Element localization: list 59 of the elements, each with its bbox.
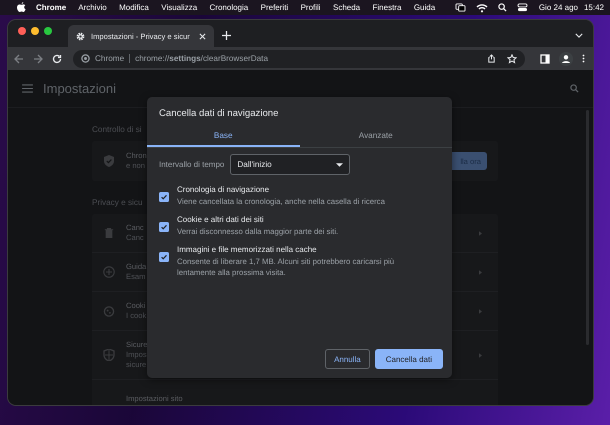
- shield-icon: [102, 349, 116, 361]
- close-window-icon[interactable]: [18, 26, 26, 34]
- cookie-icon: [102, 306, 116, 316]
- menubar-item[interactable]: Cronologia: [210, 3, 248, 12]
- dialog-tab[interactable]: Base: [147, 125, 300, 147]
- option-title: Immagini e file memorizzati nella cache: [177, 245, 318, 254]
- dialog-tab[interactable]: Avanzate: [300, 125, 452, 147]
- menubar-item[interactable]: Preferiti: [260, 3, 288, 12]
- checkbox[interactable]: [159, 192, 169, 202]
- back-arrow-icon[interactable]: [14, 54, 24, 64]
- menubar-item[interactable]: Archivio: [78, 3, 107, 12]
- menubar-date[interactable]: Gio 24 ago: [538, 3, 578, 12]
- plus-circle-icon: [102, 266, 116, 278]
- menubar-item[interactable]: Visualizza: [161, 3, 198, 12]
- settings-title: Impostazioni: [43, 81, 116, 96]
- side-panel-icon[interactable]: [540, 54, 550, 64]
- checkbox[interactable]: [159, 252, 169, 262]
- chevron-down-icon[interactable]: [575, 32, 583, 38]
- time-range-label: Intervallo di tempo: [159, 160, 224, 169]
- option-title: Cookie e altri dati dei siti: [177, 215, 265, 224]
- share-icon[interactable]: [487, 54, 496, 63]
- checkbox[interactable]: [159, 222, 169, 232]
- wifi-icon[interactable]: [476, 2, 488, 12]
- dropdown-caret-icon: [336, 162, 344, 166]
- cancel-button[interactable]: Annulla: [325, 349, 370, 369]
- chrome-logo-icon: [81, 54, 90, 63]
- menu-icon[interactable]: [22, 84, 33, 93]
- forward-arrow-icon[interactable]: [33, 54, 43, 64]
- time-range-select[interactable]: Dall'inizio: [230, 154, 350, 175]
- option-title: Cronologia di navigazione: [177, 185, 270, 194]
- settings-icon: [76, 32, 85, 40]
- reload-icon[interactable]: [52, 54, 62, 64]
- menubar-item[interactable]: Finestra: [372, 3, 402, 12]
- section-heading: Privacy e sicu: [92, 198, 143, 207]
- menubar-time[interactable]: 15:42: [584, 3, 604, 12]
- search-icon[interactable]: [498, 3, 507, 12]
- minimize-window-icon[interactable]: [31, 26, 39, 34]
- site-label: Chrome: [95, 54, 130, 63]
- menubar-app-name[interactable]: Chrome: [36, 3, 66, 12]
- profile-avatar-icon[interactable]: [559, 52, 573, 66]
- star-icon[interactable]: [507, 54, 517, 64]
- trash-icon: [102, 228, 116, 238]
- menubar-item[interactable]: Guida: [414, 3, 436, 12]
- clear-data-button[interactable]: Cancella dati: [374, 349, 443, 369]
- url-text: chrome://settings/clearBrowserData: [135, 54, 268, 63]
- apple-logo-icon[interactable]: [17, 2, 26, 13]
- menubar-item[interactable]: Modifica: [119, 3, 149, 12]
- more-menu-icon[interactable]: [582, 53, 585, 64]
- screen-mirroring-icon[interactable]: [454, 3, 466, 12]
- dialog-title: Cancella dati di navigazione: [158, 107, 280, 121]
- control-center-icon[interactable]: [516, 3, 528, 12]
- section-heading: Controllo di si: [92, 125, 142, 134]
- shield-check-icon: [102, 155, 116, 167]
- zoom-window-icon[interactable]: [44, 26, 52, 34]
- menubar-item[interactable]: Scheda: [332, 3, 360, 12]
- new-tab-icon[interactable]: [222, 30, 231, 40]
- menubar-item[interactable]: Profili: [300, 3, 321, 12]
- address-bar[interactable]: Chrome chrome://settings/clearBrowserData: [73, 50, 525, 68]
- close-icon[interactable]: [199, 32, 206, 40]
